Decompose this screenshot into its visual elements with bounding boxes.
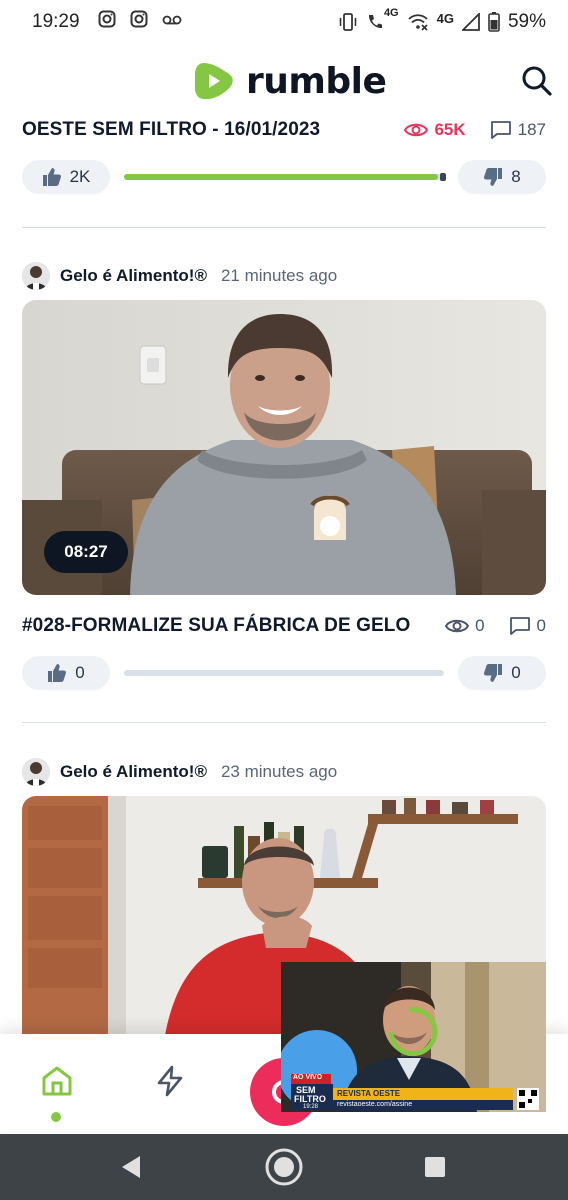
back-icon[interactable] [118, 1154, 144, 1185]
wifi-off-icon [407, 13, 429, 31]
views-count: 0 [445, 616, 485, 636]
like-count: 2K [69, 167, 91, 186]
search-button[interactable] [520, 64, 554, 98]
recents-icon[interactable] [424, 1156, 446, 1183]
network-type-label: 4G [383, 7, 399, 19]
comments-count: 0 [509, 616, 546, 636]
wifi-calling-icon: 4G [366, 7, 399, 31]
thumbs-down-icon [484, 168, 503, 186]
vote-row: 2K 8 [22, 160, 546, 194]
rumble-logo[interactable]: rumble [192, 58, 387, 104]
comment-icon [490, 121, 511, 139]
vote-ratio-fill [124, 174, 438, 180]
signal-icon [461, 13, 480, 31]
pip-live-label: AO VIVO [293, 1074, 323, 1081]
system-navigation-bar [0, 1134, 568, 1200]
voicemail-icon [162, 11, 182, 33]
channel-row[interactable]: Gelo é Alimento!® 23 minutes ago [22, 758, 337, 786]
divider [22, 722, 546, 723]
battery-icon [488, 12, 500, 32]
video-item: OESTE SEM FILTRO - 16/01/2023 65K 187 [22, 116, 546, 144]
video-item: #028-FORMALIZE SUA FÁBRICA DE GELO 0 0 [22, 612, 546, 640]
picture-in-picture-player[interactable]: AO VIVO SEM FILTRO 19:28 REVISTA OESTE r… [281, 962, 546, 1112]
like-count: 0 [75, 663, 85, 682]
like-button[interactable]: 0 [22, 656, 110, 690]
comments-value: 0 [536, 616, 546, 635]
lightning-icon [157, 1065, 183, 1097]
vibrate-icon [338, 13, 358, 31]
search-icon [522, 66, 552, 96]
active-indicator [51, 1112, 61, 1122]
comments-value: 187 [517, 120, 546, 139]
status-bar: 19:29 4G 4G 59% [0, 0, 568, 44]
vote-row: 0 0 [22, 656, 546, 690]
time-ago: 21 minutes ago [220, 266, 338, 285]
pip-clock: 19:28 [303, 1104, 319, 1110]
channel-row[interactable]: Gelo é Alimento!® 21 minutes ago [22, 262, 337, 290]
channel-name[interactable]: Gelo é Alimento!® [60, 266, 207, 286]
rumble-wordmark: rumble [246, 60, 387, 102]
dislike-count: 0 [511, 663, 521, 682]
vote-ratio-end [440, 173, 446, 181]
avatar[interactable] [22, 758, 50, 786]
video-title[interactable]: #028-FORMALIZE SUA FÁBRICA DE GELO [22, 615, 410, 637]
thumbs-up-icon [48, 664, 67, 682]
eye-icon [404, 123, 429, 137]
video-title[interactable]: OESTE SEM FILTRO - 16/01/2023 [22, 119, 320, 141]
thumbs-up-icon [42, 168, 61, 186]
nav-home[interactable] [40, 1064, 74, 1098]
instagram-icon [130, 10, 148, 34]
pip-network: REVISTA OESTE [337, 1089, 401, 1098]
channel-name[interactable]: Gelo é Alimento!® [60, 762, 207, 782]
home-circle-icon[interactable] [264, 1147, 304, 1192]
like-button[interactable]: 2K [22, 160, 110, 194]
dislike-button[interactable]: 0 [458, 656, 546, 690]
vote-ratio-bar [124, 173, 446, 181]
eye-icon [445, 619, 470, 633]
nav-shorts[interactable] [153, 1064, 187, 1098]
rumble-play-icon [195, 63, 233, 99]
vote-ratio-bar [124, 670, 444, 676]
pip-url: revistaoeste.com/assine [337, 1101, 413, 1108]
video-thumbnail[interactable]: 08:27 [22, 300, 546, 595]
comment-icon [509, 617, 530, 635]
views-value: 0 [475, 616, 485, 635]
thumbs-down-icon [484, 664, 503, 682]
pip-show-name-2: FILTRO [294, 1094, 326, 1104]
dislike-count: 8 [511, 167, 521, 186]
app-header: rumble [0, 52, 568, 112]
dislike-button[interactable]: 8 [458, 160, 546, 194]
views-value: 65K [434, 120, 466, 139]
pip-video-frame [281, 962, 546, 1112]
home-icon [42, 1066, 72, 1096]
divider [22, 227, 546, 228]
views-count: 65K [404, 120, 466, 140]
comments-count: 187 [490, 120, 546, 140]
battery-percentage: 59% [507, 11, 546, 32]
duration-badge: 08:27 [44, 531, 128, 573]
time-ago: 23 minutes ago [220, 762, 338, 781]
avatar[interactable] [22, 262, 50, 290]
status-time: 19:29 [32, 11, 80, 32]
instagram-icon [98, 10, 116, 34]
network-type-label-2: 4G [436, 10, 454, 26]
